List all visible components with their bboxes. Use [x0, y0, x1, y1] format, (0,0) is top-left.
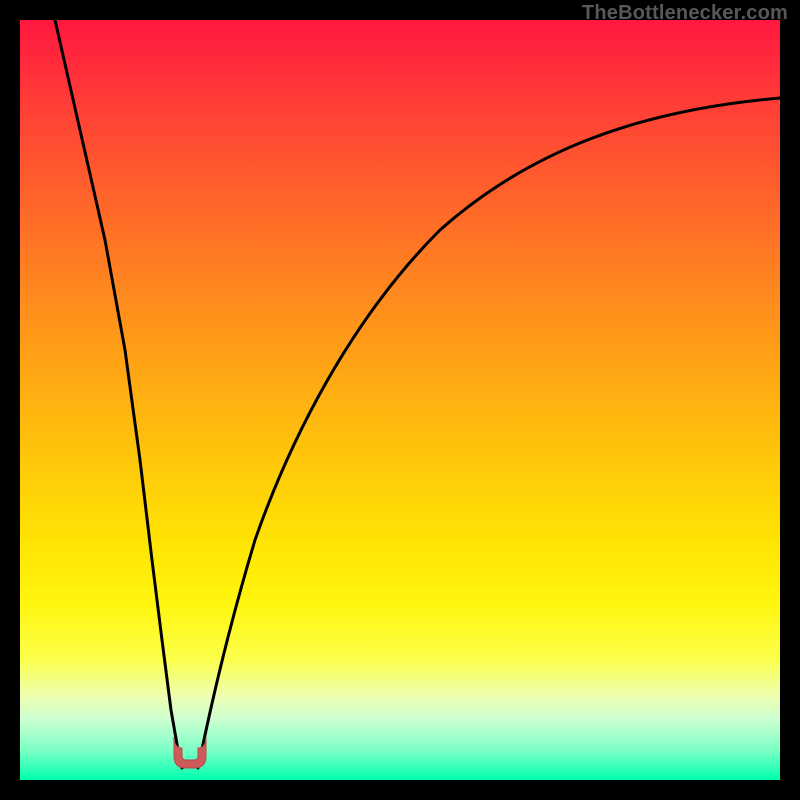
- bottleneck-marker: [168, 734, 212, 772]
- chart-frame: TheBottlenecker.com: [0, 0, 800, 800]
- bottleneck-curve: [20, 20, 780, 780]
- curve-left-branch: [55, 20, 182, 768]
- curve-right-branch: [198, 98, 780, 768]
- plot-area: [20, 20, 780, 780]
- u-shape-icon: [168, 734, 212, 772]
